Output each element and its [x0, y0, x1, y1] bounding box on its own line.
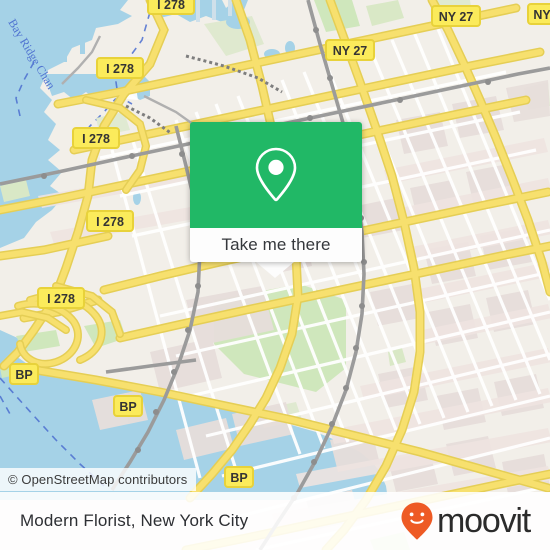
popup-pointer-tail [256, 262, 294, 278]
moovit-smiley-pin-icon [401, 502, 433, 540]
moovit-wordmark: moovit [437, 502, 531, 540]
svg-text:I 278: I 278 [157, 0, 185, 12]
svg-text:NY 27: NY 27 [333, 44, 368, 58]
svg-text:NY: NY [533, 8, 550, 22]
osm-attribution[interactable]: © OpenStreetMap contributors [0, 468, 197, 491]
map-pin-icon [255, 147, 297, 202]
svg-text:I 278: I 278 [106, 62, 134, 76]
moovit-place-map-screenshot: I 278 I 278 I 278 I 278 I 278 NY 27 NY 2… [0, 0, 550, 550]
moovit-brand[interactable]: moovit [400, 501, 531, 541]
svg-text:BP: BP [119, 400, 136, 414]
osm-attribution-text: © OpenStreetMap contributors [8, 472, 188, 487]
popup-action-button[interactable]: Take me there [190, 228, 362, 262]
footer-bar: Modern Florist, New York City moovit [0, 492, 550, 550]
svg-text:BP: BP [15, 368, 32, 382]
svg-text:I 278: I 278 [82, 132, 110, 146]
svg-text:I 278: I 278 [96, 215, 124, 229]
popup-icon-area [190, 122, 362, 228]
svg-text:I 278: I 278 [47, 292, 75, 306]
svg-text:BP: BP [230, 471, 247, 485]
popup-action-label: Take me there [221, 235, 331, 254]
place-title: Modern Florist, New York City [20, 511, 249, 530]
svg-text:NY 27: NY 27 [439, 10, 474, 24]
place-popup-card[interactable]: Take me there [190, 122, 362, 262]
